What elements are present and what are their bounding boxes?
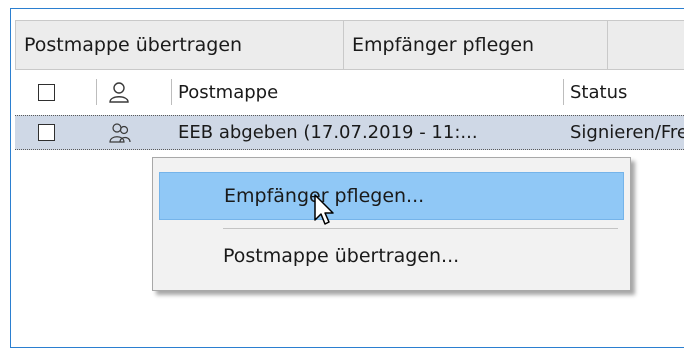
transfer-postmappe-button[interactable]: Postmappe übertragen [16, 21, 344, 69]
recipient-column-header[interactable] [108, 72, 130, 112]
row-status: Signieren/Fre [570, 122, 684, 143]
menu-separator [223, 228, 618, 229]
row-checkbox-cell[interactable] [38, 116, 55, 149]
select-all-checkbox[interactable] [38, 83, 55, 101]
person-icon [109, 82, 129, 103]
select-all-checkbox-cell[interactable] [38, 72, 55, 112]
menu-item-transfer-postmappe[interactable]: Postmappe übertragen... [159, 233, 624, 281]
manage-recipients-button[interactable]: Empfänger pflegen [344, 21, 608, 69]
mouse-pointer-icon [314, 194, 334, 225]
row-recipient-cell [108, 116, 132, 149]
row-checkbox[interactable] [38, 124, 55, 141]
column-header-postmappe[interactable]: Postmappe [178, 72, 278, 112]
toolbar: Postmappe übertragen Empfänger pflegen [15, 20, 684, 70]
menu-item-manage-recipients[interactable]: Empfänger pflegen... [159, 172, 624, 220]
table-header: Postmappe Status [15, 72, 684, 112]
context-menu: Empfänger pflegen... Postmappe übertrage… [152, 157, 631, 291]
table-row[interactable]: EEB abgeben (17.07.2019 - 11:... Signier… [15, 115, 684, 150]
column-separator[interactable] [96, 79, 97, 105]
people-icon [109, 122, 131, 143]
row-postmappe: EEB abgeben (17.07.2019 - 11:... [178, 122, 478, 143]
column-separator[interactable] [563, 79, 564, 105]
column-header-status[interactable]: Status [570, 72, 627, 112]
column-separator[interactable] [171, 79, 172, 105]
